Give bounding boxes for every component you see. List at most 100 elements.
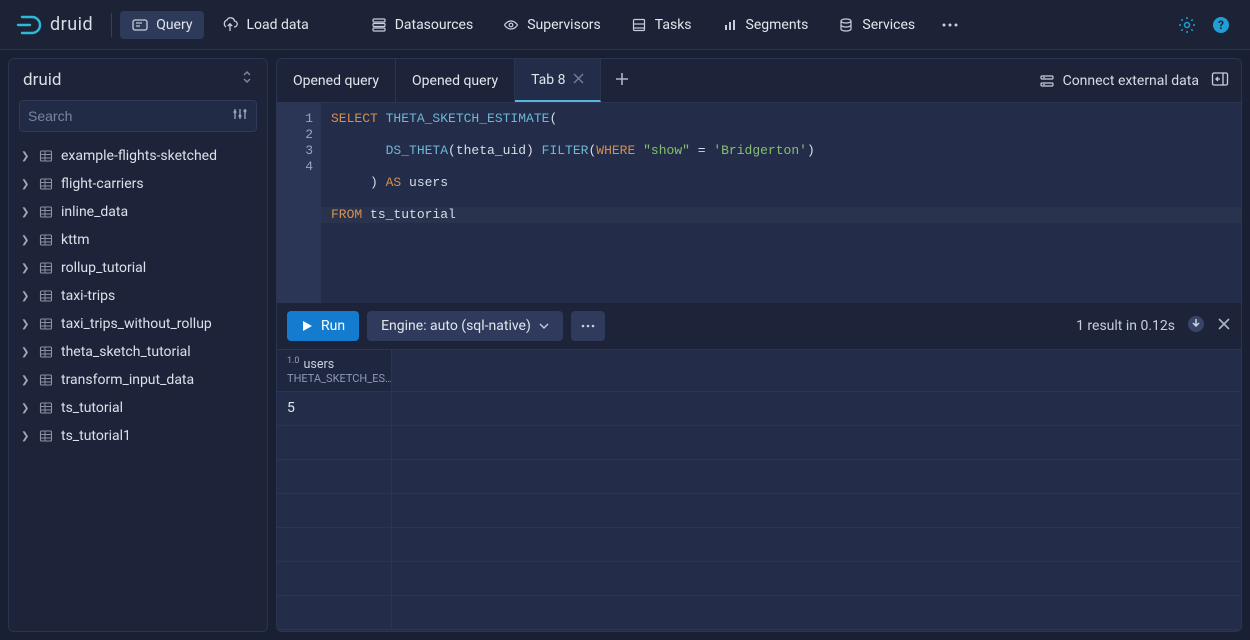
results-header: 1.0users THETA_SKETCH_ES… xyxy=(277,350,1241,392)
nav-query-label: Query xyxy=(156,17,192,33)
query-tab[interactable]: Tab 8 xyxy=(515,59,601,102)
datasource-item[interactable]: ❯ theta_sketch_tutorial xyxy=(9,338,267,366)
column-header[interactable]: 1.0users THETA_SKETCH_ES… xyxy=(277,350,392,391)
table-icon xyxy=(39,429,53,443)
sidebar-title: druid xyxy=(23,70,61,90)
nav-tasks[interactable]: Tasks xyxy=(619,11,704,39)
chevron-right-icon: ❯ xyxy=(21,291,31,302)
table-icon xyxy=(39,205,53,219)
panel-toggle-button[interactable] xyxy=(1211,71,1229,91)
result-row-empty xyxy=(277,528,1241,562)
chevron-right-icon: ❯ xyxy=(21,235,31,246)
table-icon xyxy=(39,177,53,191)
header: druid Query Load data Datasources S xyxy=(0,0,1250,50)
table-icon xyxy=(39,289,53,303)
divider xyxy=(111,13,112,37)
chevron-right-icon: ❯ xyxy=(21,375,31,386)
datasource-item[interactable]: ❯ taxi-trips xyxy=(9,282,267,310)
new-tab-button[interactable] xyxy=(601,72,643,90)
chevron-right-icon: ❯ xyxy=(21,347,31,358)
datasource-label: taxi_trips_without_rollup xyxy=(61,316,212,332)
engine-label: Engine: auto (sql-native) xyxy=(381,318,531,334)
upload-icon xyxy=(222,17,238,33)
result-cell[interactable]: 5 xyxy=(277,392,392,425)
result-status: 1 result in 0.12s xyxy=(1076,318,1175,334)
nav-services[interactable]: Services xyxy=(826,11,927,39)
datasource-item[interactable]: ❯ example-flights-sketched xyxy=(9,142,267,170)
datasource-item[interactable]: ❯ taxi_trips_without_rollup xyxy=(9,310,267,338)
nav-services-label: Services xyxy=(862,17,915,33)
run-button[interactable]: Run xyxy=(287,311,359,341)
chevron-right-icon: ❯ xyxy=(21,431,31,442)
table-icon xyxy=(39,373,53,387)
sidebar-header[interactable]: druid xyxy=(9,59,267,96)
chevron-right-icon: ❯ xyxy=(21,207,31,218)
datasource-item[interactable]: ❯ rollup_tutorial xyxy=(9,254,267,282)
brand-text: druid xyxy=(50,14,93,35)
connect-external-label: Connect external data xyxy=(1063,73,1199,89)
table-icon xyxy=(39,149,53,163)
search-input[interactable] xyxy=(28,108,232,124)
table-icon xyxy=(39,233,53,247)
datasource-item[interactable]: ❯ ts_tutorial xyxy=(9,394,267,422)
datasource-label: transform_input_data xyxy=(61,372,194,388)
svg-text:?: ? xyxy=(1218,18,1224,32)
query-options-button[interactable] xyxy=(571,311,605,341)
nav-load-data[interactable]: Load data xyxy=(210,11,320,39)
nav-more[interactable] xyxy=(933,11,967,39)
line-gutter: 1234 xyxy=(277,103,321,303)
query-tab[interactable]: Opened query xyxy=(277,59,396,102)
plus-icon xyxy=(615,72,629,86)
main-nav: Query Load data Datasources Supervisors xyxy=(120,11,967,39)
expand-icon xyxy=(241,69,253,90)
chevron-right-icon: ❯ xyxy=(21,403,31,414)
datasource-label: ts_tutorial1 xyxy=(61,428,131,444)
nav-query[interactable]: Query xyxy=(120,11,204,39)
datasource-label: rollup_tutorial xyxy=(61,260,146,276)
datasource-item[interactable]: ❯ transform_input_data xyxy=(9,366,267,394)
result-row-empty xyxy=(277,426,1241,460)
engine-select[interactable]: Engine: auto (sql-native) xyxy=(367,311,563,341)
download-icon xyxy=(1187,315,1205,333)
help-button[interactable]: ? xyxy=(1208,12,1234,38)
close-results-button[interactable] xyxy=(1217,317,1231,335)
tab-label: Tab 8 xyxy=(531,72,565,88)
close-icon xyxy=(573,73,584,84)
code-area[interactable]: SELECT THETA_SKETCH_ESTIMATE( DS_THETA(t… xyxy=(321,103,1241,303)
datasource-item[interactable]: ❯ flight-carriers xyxy=(9,170,267,198)
table-icon xyxy=(39,345,53,359)
sliders-icon[interactable] xyxy=(232,106,248,126)
table-icon xyxy=(39,261,53,275)
datasource-label: ts_tutorial xyxy=(61,400,123,416)
download-button[interactable] xyxy=(1187,315,1205,337)
action-bar: Run Engine: auto (sql-native) 1 result i… xyxy=(277,303,1241,349)
settings-button[interactable] xyxy=(1174,12,1200,38)
more-icon xyxy=(580,320,596,332)
nav-supervisors[interactable]: Supervisors xyxy=(491,11,613,39)
tab-close-button[interactable] xyxy=(573,72,584,88)
query-tab[interactable]: Opened query xyxy=(396,59,515,102)
connect-external-data[interactable]: Connect external data xyxy=(1039,73,1199,89)
more-icon xyxy=(941,17,959,33)
datasource-label: inline_data xyxy=(61,204,128,220)
datasource-item[interactable]: ❯ inline_data xyxy=(9,198,267,226)
nav-segments[interactable]: Segments xyxy=(710,11,821,39)
sidebar-search[interactable] xyxy=(19,100,257,132)
sql-editor[interactable]: 1234 SELECT THETA_SKETCH_ESTIMATE( DS_TH… xyxy=(277,103,1241,303)
datasource-list: ❯ example-flights-sketched ❯ flight-carr… xyxy=(9,138,267,454)
datasource-item[interactable]: ❯ ts_tutorial1 xyxy=(9,422,267,450)
connect-icon xyxy=(1039,73,1055,89)
help-icon: ? xyxy=(1212,16,1230,34)
logo[interactable]: druid xyxy=(16,14,93,36)
result-row-empty xyxy=(277,596,1241,630)
col-type-tag: 1.0 xyxy=(287,356,300,366)
play-icon xyxy=(301,320,313,332)
datasource-label: example-flights-sketched xyxy=(61,148,217,164)
main-panel: Opened queryOpened query Tab 8 Connect ex… xyxy=(276,58,1242,632)
datasource-item[interactable]: ❯ kttm xyxy=(9,226,267,254)
result-row-empty xyxy=(277,494,1241,528)
query-icon xyxy=(132,17,148,33)
nav-tasks-label: Tasks xyxy=(655,17,692,33)
nav-datasources[interactable]: Datasources xyxy=(359,11,486,39)
chevron-right-icon: ❯ xyxy=(21,263,31,274)
